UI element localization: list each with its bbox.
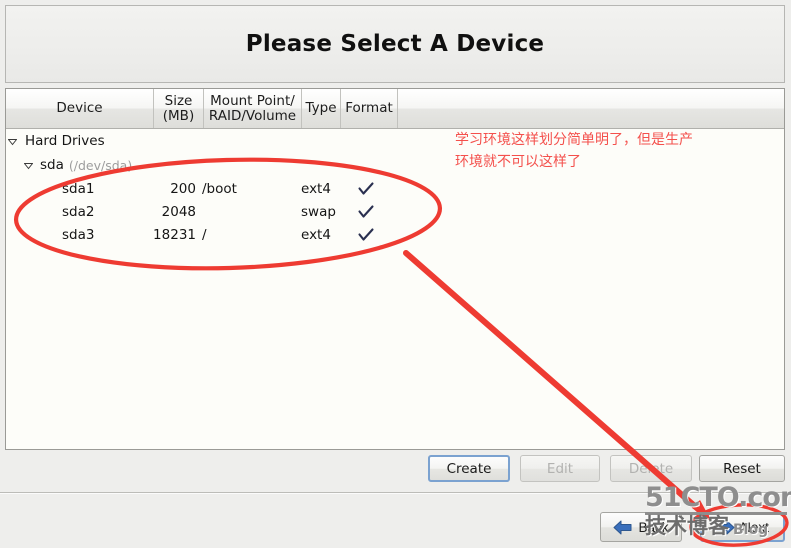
column-header-filler: [398, 89, 784, 128]
column-header-type[interactable]: Type: [302, 89, 341, 128]
column-header-mountpoint-line2: RAID/Volume: [208, 107, 297, 124]
tree-group-label: Hard Drives: [25, 133, 105, 149]
partition-type: swap: [301, 203, 336, 220]
partition-mount: /boot: [202, 180, 237, 197]
watermark-blog-text: Blog: [733, 522, 769, 538]
column-header-device[interactable]: Device: [6, 89, 154, 128]
annotation-note-line1: 学习环境这样划分简单明了，但是生产: [455, 132, 693, 148]
watermark-cn-text: 技术博客: [645, 514, 729, 538]
expander-triangle-down-icon[interactable]: [22, 161, 35, 170]
page-title: Please Select A Device: [245, 31, 545, 57]
annotation-note-line2: 环境就不可以这样了: [455, 153, 581, 170]
column-header-size[interactable]: Size (MB): [154, 89, 204, 128]
partition-type: ext4: [301, 180, 331, 197]
reset-button[interactable]: Reset: [699, 455, 785, 482]
column-header-size-line2: (MB): [162, 107, 195, 124]
partition-size: 2048: [161, 203, 196, 220]
partition-mount: /: [202, 226, 207, 243]
expander-triangle-down-icon[interactable]: [6, 137, 19, 146]
partition-device: sda2: [62, 203, 95, 220]
table-row[interactable]: sda1 200 /boot ext4: [6, 177, 784, 200]
partition-device: sda1: [62, 180, 95, 197]
check-icon: [358, 227, 374, 242]
title-panel: Please Select A Device: [5, 5, 785, 83]
installer-window: Please Select A Device Device Size (MB) …: [0, 0, 791, 548]
delete-button[interactable]: Delete: [610, 455, 692, 482]
column-header-format[interactable]: Format: [341, 89, 398, 128]
drive-name: sda: [40, 157, 64, 173]
column-header-mountpoint[interactable]: Mount Point/ RAID/Volume: [204, 89, 302, 128]
partition-device: sda3: [62, 226, 95, 243]
watermark-top-text: 51CTO.com: [645, 482, 791, 513]
annotation-note: 学习环境这样划分简单明了，但是生产 环境就不可以这样了: [455, 130, 785, 173]
partition-size: 18231: [153, 226, 196, 243]
edit-button[interactable]: Edit: [520, 455, 600, 482]
column-header-type-label: Type: [305, 100, 337, 117]
watermark: 51CTO.com 技术博客 Blog: [645, 484, 791, 540]
partition-type: ext4: [301, 226, 331, 243]
column-header-format-label: Format: [345, 100, 393, 117]
column-header-device-label: Device: [56, 100, 103, 117]
table-header-row: Device Size (MB) Mount Point/ RAID/Volum…: [6, 89, 784, 129]
column-header-mountpoint-label: Mount Point/ RAID/Volume: [209, 94, 296, 122]
check-icon: [358, 181, 374, 196]
partition-size: 200: [170, 180, 196, 197]
table-row[interactable]: sda2 2048 swap: [6, 200, 784, 223]
create-button[interactable]: Create: [428, 455, 510, 482]
drive-path: (/dev/sda): [68, 157, 133, 173]
column-header-size-label: Size (MB): [163, 94, 194, 122]
check-icon: [358, 204, 374, 219]
watermark-bottom: 技术博客 Blog: [645, 514, 791, 538]
arrow-left-icon: [613, 520, 632, 535]
table-row[interactable]: sda3 18231 / ext4: [6, 223, 784, 246]
